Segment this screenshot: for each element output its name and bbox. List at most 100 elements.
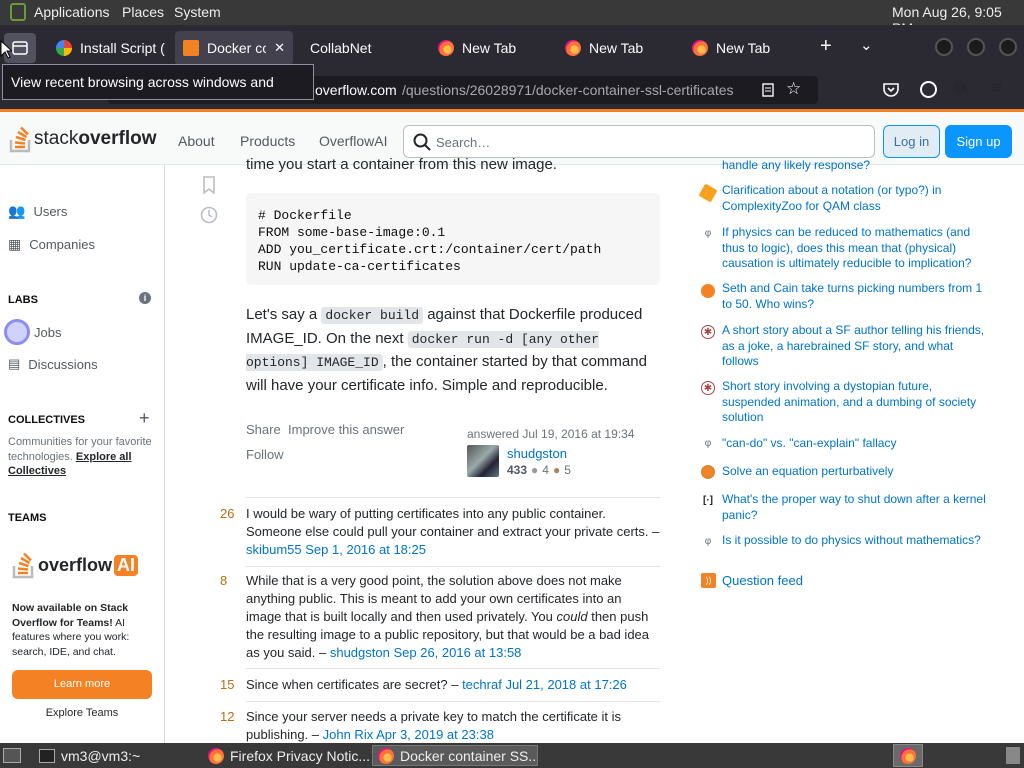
hot-question-link[interactable]: A short story about a SF author telling … — [722, 323, 992, 370]
account-icon[interactable] — [920, 81, 937, 98]
physics-site-icon: φ — [704, 228, 712, 239]
comment: 12 Since your server needs a private key… — [220, 709, 622, 742]
trash-icon[interactable] — [1006, 747, 1020, 764]
show-desktop-icon[interactable] — [3, 748, 21, 763]
menu-system[interactable]: System — [174, 4, 221, 20]
comment-user-link[interactable]: shudgston — [330, 645, 390, 660]
hot-question-link[interactable]: "can-do" vs. "can-explain" fallacy — [722, 436, 992, 452]
user-avatar[interactable] — [467, 445, 499, 477]
workspace-switcher[interactable] — [893, 744, 923, 767]
comment-divider — [246, 566, 660, 567]
hot-question-link[interactable]: Seth and Cain take turns picking numbers… — [722, 281, 992, 312]
add-collective-plus-icon[interactable]: + — [139, 408, 150, 429]
sidebar-item-discussions[interactable]: ▤ Discussions — [8, 356, 98, 372]
sidebar-item-jobs[interactable]: Jobs — [4, 319, 61, 345]
hot-question-link[interactable]: What's the proper way to shut down after… — [722, 492, 992, 523]
taskbar-firefox-privacy[interactable]: Firefox Privacy Notic... — [203, 745, 369, 766]
hot-question-link[interactable]: Clarification about a notation (or typo?… — [722, 183, 992, 214]
scifi-site-icon: ✱ — [701, 381, 715, 395]
explore-teams-link[interactable]: Explore Teams — [12, 707, 152, 719]
hot-question-link[interactable]: Is it possible to do physics without mat… — [722, 533, 992, 549]
menu-places[interactable]: Places — [122, 4, 164, 20]
pocket-icon[interactable] — [882, 82, 900, 98]
hot-question-link[interactable]: handle any likely response? — [722, 158, 992, 172]
taskbar-firefox-docker[interactable]: Docker container SS... — [372, 745, 538, 766]
teams-heading: TEAMS — [8, 512, 47, 524]
bookmark-star-icon[interactable]: ☆ — [786, 79, 801, 99]
follow-link[interactable]: Follow — [246, 447, 284, 462]
nav-products[interactable]: Products — [240, 133, 295, 149]
so-logo[interactable]: stack overflow — [8, 124, 156, 154]
left-sidebar: 👥 Users ▦ Companies LABS i Jobs ▤ Discussio… — [0, 165, 165, 743]
tab-new-1[interactable]: New Tab — [430, 31, 550, 65]
comment-score: 15 — [220, 677, 235, 692]
bottom-taskbar: vm3@vm3:~ Firefox Privacy Notic... Docke… — [0, 743, 1024, 768]
overflow-ai-logo: overflow AI — [12, 550, 139, 580]
user-reputation: 433 ● 4 ● 5 — [507, 463, 571, 477]
hot-question-link[interactable]: If physics can be reduced to mathematics… — [722, 225, 992, 272]
comment-date[interactable]: Sep 26, 2016 at 13:58 — [393, 645, 521, 660]
tab-new-2[interactable]: New Tab — [557, 31, 677, 65]
window-maximize-icon[interactable] — [967, 38, 985, 56]
bookmark-icon[interactable] — [201, 176, 217, 194]
search-input[interactable]: Search… — [403, 125, 875, 158]
top-panel: Applications Places System Mon Aug 26, 9… — [0, 0, 1024, 36]
new-tab-plus-icon[interactable]: + — [820, 35, 832, 58]
hamburger-menu-icon[interactable]: ≡ — [992, 78, 1002, 98]
comment: 26 I would be wary of putting certificat… — [220, 506, 660, 557]
window-minimize-icon[interactable] — [935, 38, 953, 56]
comment-score: 26 — [220, 506, 235, 521]
mouse-cursor-icon — [0, 40, 12, 59]
share-link[interactable]: Share — [246, 422, 281, 437]
extensions-icon[interactable]: ⧉ — [955, 80, 966, 97]
tab-docker[interactable]: Docker con ✕ — [175, 31, 293, 65]
question-feed-link[interactable]: Question feed — [722, 573, 992, 589]
nav-about[interactable]: About — [178, 133, 215, 149]
teams-blurb: Now available on Stack Overflow for Team… — [12, 602, 130, 658]
stackoverflow-logo-icon — [12, 552, 34, 579]
learn-more-button[interactable]: Learn more — [12, 670, 152, 699]
info-icon[interactable]: i — [139, 292, 151, 304]
tab-collabnet[interactable]: CollabNet — [302, 31, 422, 65]
terminal-launcher-icon[interactable] — [10, 3, 26, 21]
jobs-icon — [4, 319, 30, 345]
hot-question-link[interactable]: Solve an equation perturbatively — [722, 464, 992, 480]
answered-date: answered Jul 19, 2016 at 19:34 — [467, 427, 635, 441]
list-tabs-chevron-icon[interactable]: ⌄ — [860, 36, 873, 54]
answer-paragraph: Let's say a docker build against that Do… — [246, 306, 647, 394]
history-icon[interactable] — [199, 205, 219, 225]
comment: 15 Since when certificates are secret? –… — [220, 677, 627, 692]
collectives-blurb: Communities for your favorite technologi… — [8, 436, 152, 477]
window-close-icon[interactable] — [999, 38, 1017, 56]
firefox-favicon-icon — [692, 40, 708, 56]
hot-question-link[interactable]: Short story involving a dystopian future… — [722, 379, 992, 426]
user-link[interactable]: shudgston — [507, 446, 567, 461]
sidebar-item-users[interactable]: 👥 Users — [8, 203, 67, 220]
tab-install-script[interactable]: Install Script ( — [48, 31, 166, 65]
taskbar-terminal[interactable]: vm3@vm3:~ — [34, 745, 194, 766]
improve-answer-link[interactable]: Improve this answer — [288, 422, 404, 437]
firefox-icon — [378, 747, 394, 764]
menu-applications[interactable]: Applications — [34, 4, 110, 20]
login-button[interactable]: Log in — [883, 125, 940, 158]
comment-score: 8 — [220, 573, 228, 588]
tab-new-3[interactable]: New Tab — [684, 31, 804, 65]
users-icon: 👥 — [8, 203, 26, 219]
search-icon — [413, 133, 431, 151]
philosophy-site-icon: φ — [704, 438, 712, 449]
comment-date[interactable]: Jul 21, 2018 at 17:26 — [505, 677, 626, 692]
comment-user-link[interactable]: skibum55 — [246, 542, 302, 557]
tooltip: View recent browsing across windows and … — [2, 64, 314, 124]
comment-date[interactable]: Sep 1, 2016 at 18:25 — [305, 542, 426, 557]
url-path: /questions/26028971/docker-container-ssl… — [402, 82, 734, 98]
comment-user-link[interactable]: techraf — [462, 677, 502, 692]
reader-view-icon[interactable] — [760, 82, 776, 98]
close-tab-icon[interactable]: ✕ — [274, 40, 285, 56]
answer-body: time you start a container from this new… — [165, 156, 695, 743]
comment-user-link[interactable]: John Rix — [323, 727, 374, 742]
signup-button[interactable]: Sign up — [945, 125, 1012, 158]
comment-date[interactable]: Apr 3, 2019 at 23:38 — [376, 727, 494, 742]
sidebar-item-companies[interactable]: ▦ Companies — [8, 236, 95, 253]
inline-code: docker build — [321, 307, 424, 324]
nav-overflowai[interactable]: OverflowAI — [319, 133, 387, 149]
